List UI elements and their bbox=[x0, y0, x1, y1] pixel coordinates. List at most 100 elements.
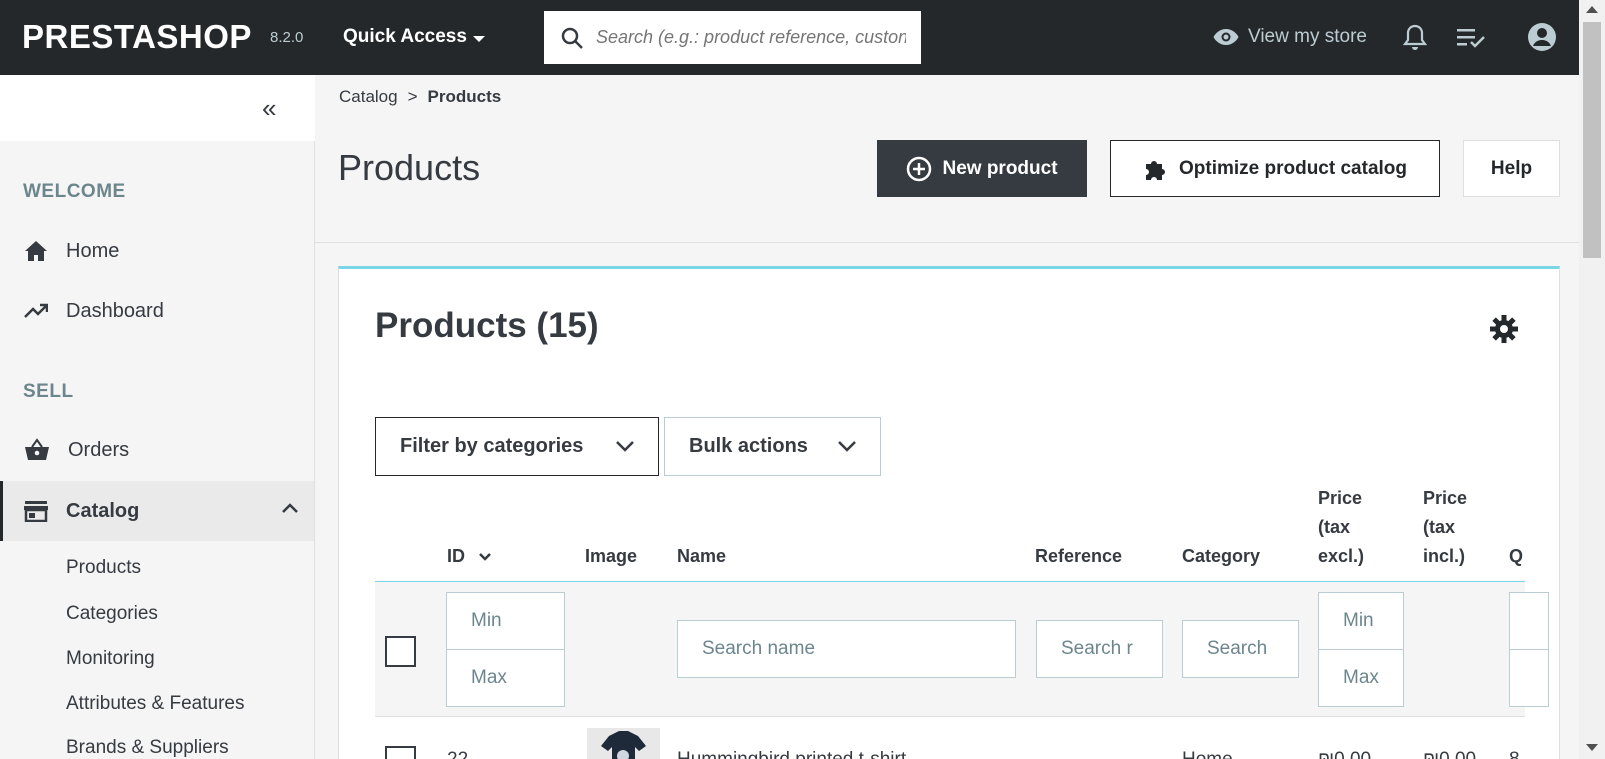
quick-access-dropdown[interactable]: Quick Access bbox=[343, 26, 485, 48]
breadcrumb-separator: > bbox=[407, 87, 418, 106]
column-name-header[interactable]: Name bbox=[677, 542, 726, 571]
puzzle-icon bbox=[1145, 160, 1165, 180]
search-input[interactable] bbox=[596, 27, 906, 48]
chevron-up-icon bbox=[282, 503, 298, 513]
column-image-header: Image bbox=[585, 546, 638, 566]
optimize-catalog-button[interactable]: Optimize product catalog bbox=[1110, 140, 1440, 197]
quick-access-label: Quick Access bbox=[343, 26, 467, 47]
row-name[interactable]: Hummingbird printed t-shirt bbox=[677, 749, 906, 759]
scroll-up-arrow[interactable] bbox=[1586, 6, 1598, 13]
sidebar-sub-products[interactable]: Products bbox=[66, 557, 141, 579]
view-store-link[interactable]: View my store bbox=[1212, 26, 1367, 48]
bell-icon[interactable] bbox=[1403, 24, 1427, 52]
version-label: 8.2.0 bbox=[270, 29, 304, 46]
sidebar-item-label: Catalog bbox=[66, 499, 140, 522]
title-divider bbox=[315, 242, 1579, 243]
page-scrollbar[interactable] bbox=[1579, 0, 1605, 759]
add-circle-icon bbox=[907, 156, 932, 181]
chevron-down-icon bbox=[616, 441, 634, 452]
column-price-incl-header[interactable]: Price (tax incl.) bbox=[1423, 484, 1467, 571]
optimize-catalog-label: Optimize product catalog bbox=[1178, 157, 1408, 179]
new-product-label: New product bbox=[942, 157, 1058, 179]
view-store-label: View my store bbox=[1248, 26, 1367, 47]
name-search-input[interactable]: Search name bbox=[677, 620, 1016, 678]
prestashop-logo[interactable]: PRESTASHOP bbox=[22, 18, 252, 56]
home-icon bbox=[25, 241, 47, 261]
price-excl-line: excl.) bbox=[1318, 546, 1365, 566]
scroll-down-arrow[interactable] bbox=[1586, 744, 1598, 751]
reference-search-input[interactable]: Search r bbox=[1036, 620, 1163, 678]
basket-icon bbox=[25, 438, 49, 460]
row-id: 22 bbox=[447, 749, 468, 759]
quantity-min-input[interactable] bbox=[1509, 592, 1549, 650]
gear-icon[interactable] bbox=[1489, 314, 1519, 344]
price-excl-line: (tax bbox=[1318, 517, 1351, 537]
sidebar-sub-monitoring[interactable]: Monitoring bbox=[66, 648, 155, 670]
bulk-actions-dropdown[interactable]: Bulk actions bbox=[664, 417, 881, 476]
row-divider bbox=[375, 716, 1525, 717]
id-max-input[interactable]: Max bbox=[446, 649, 565, 707]
select-all-checkbox[interactable] bbox=[385, 636, 416, 667]
new-product-button[interactable]: New product bbox=[877, 140, 1087, 197]
caret-down-icon bbox=[472, 35, 485, 42]
column-price-excl-header[interactable]: Price (tax excl.) bbox=[1318, 484, 1364, 571]
breadcrumb-catalog-link[interactable]: Catalog bbox=[339, 87, 398, 107]
sidebar-item-label: Orders bbox=[68, 438, 130, 461]
search-icon bbox=[561, 27, 583, 49]
bulk-actions-label: Bulk actions bbox=[689, 435, 808, 457]
scroll-thumb[interactable] bbox=[1583, 22, 1601, 258]
sidebar-item-orders[interactable]: Orders bbox=[0, 421, 314, 479]
breadcrumb: Catalog > Products bbox=[339, 87, 501, 107]
collapse-sidebar-icon[interactable]: « bbox=[262, 93, 276, 124]
sidebar-top: « bbox=[0, 75, 315, 141]
tshirt-image bbox=[601, 731, 646, 759]
eye-icon bbox=[1213, 29, 1239, 45]
chevron-down-icon bbox=[838, 441, 856, 452]
row-quantity[interactable]: 8 bbox=[1509, 749, 1520, 759]
sort-desc-icon bbox=[479, 552, 491, 561]
products-grid-card: Products (15) Filter by categories Bulk … bbox=[338, 266, 1560, 759]
help-button[interactable]: Help bbox=[1463, 140, 1560, 197]
task-list-icon[interactable] bbox=[1457, 27, 1487, 49]
trending-up-icon bbox=[24, 303, 48, 318]
grid-title: Products (15) bbox=[375, 306, 599, 345]
sidebar-item-label: Home bbox=[66, 239, 120, 262]
column-category-header[interactable]: Category bbox=[1182, 542, 1260, 571]
filter-categories-label: Filter by categories bbox=[400, 435, 584, 457]
sidebar-sub-categories[interactable]: Categories bbox=[66, 603, 158, 625]
row-price-incl: ₪0.00 bbox=[1423, 749, 1476, 759]
page-title: Products bbox=[338, 147, 481, 188]
column-reference-header[interactable]: Reference bbox=[1035, 542, 1122, 571]
store-icon bbox=[24, 501, 48, 522]
filter-categories-dropdown[interactable]: Filter by categories bbox=[375, 417, 659, 476]
column-quantity-header[interactable]: Q bbox=[1509, 542, 1523, 571]
sidebar-item-catalog[interactable]: Catalog bbox=[0, 481, 314, 541]
price-min-input[interactable]: Min bbox=[1318, 592, 1404, 650]
breadcrumb-current: Products bbox=[427, 87, 502, 106]
row-category: Home bbox=[1182, 749, 1233, 759]
top-header: PRESTASHOP 8.2.0 Quick Access View my st… bbox=[0, 0, 1579, 75]
column-id-header[interactable]: ID bbox=[447, 542, 491, 571]
column-id-label: ID bbox=[447, 546, 465, 566]
price-max-input[interactable]: Max bbox=[1318, 649, 1404, 707]
sidebar-sub-attributes[interactable]: Attributes & Features bbox=[66, 693, 244, 715]
price-incl-line: Price bbox=[1423, 488, 1468, 508]
sidebar-sub-brands[interactable]: Brands & Suppliers bbox=[66, 737, 229, 759]
price-incl-line: incl.) bbox=[1423, 546, 1466, 566]
row-checkbox[interactable] bbox=[385, 746, 416, 759]
row-price-excl[interactable]: ₪0.00 bbox=[1318, 749, 1371, 759]
sidebar-item-home[interactable]: Home bbox=[0, 222, 314, 280]
category-search-input[interactable]: Search bbox=[1182, 620, 1299, 678]
sidebar: « WELCOME Home Dashboard SELL Orders Cat… bbox=[0, 75, 315, 759]
section-sell: SELL bbox=[23, 381, 74, 402]
id-min-input[interactable]: Min bbox=[446, 592, 565, 650]
price-excl-line: Price bbox=[1318, 488, 1363, 508]
quantity-max-input[interactable] bbox=[1509, 649, 1549, 707]
account-icon[interactable] bbox=[1527, 22, 1557, 52]
price-incl-line: (tax bbox=[1423, 517, 1456, 537]
section-welcome: WELCOME bbox=[23, 181, 126, 202]
sidebar-item-dashboard[interactable]: Dashboard bbox=[0, 282, 314, 340]
product-thumbnail[interactable] bbox=[587, 728, 660, 759]
header-search[interactable] bbox=[544, 11, 921, 64]
sidebar-item-label: Dashboard bbox=[66, 299, 164, 322]
